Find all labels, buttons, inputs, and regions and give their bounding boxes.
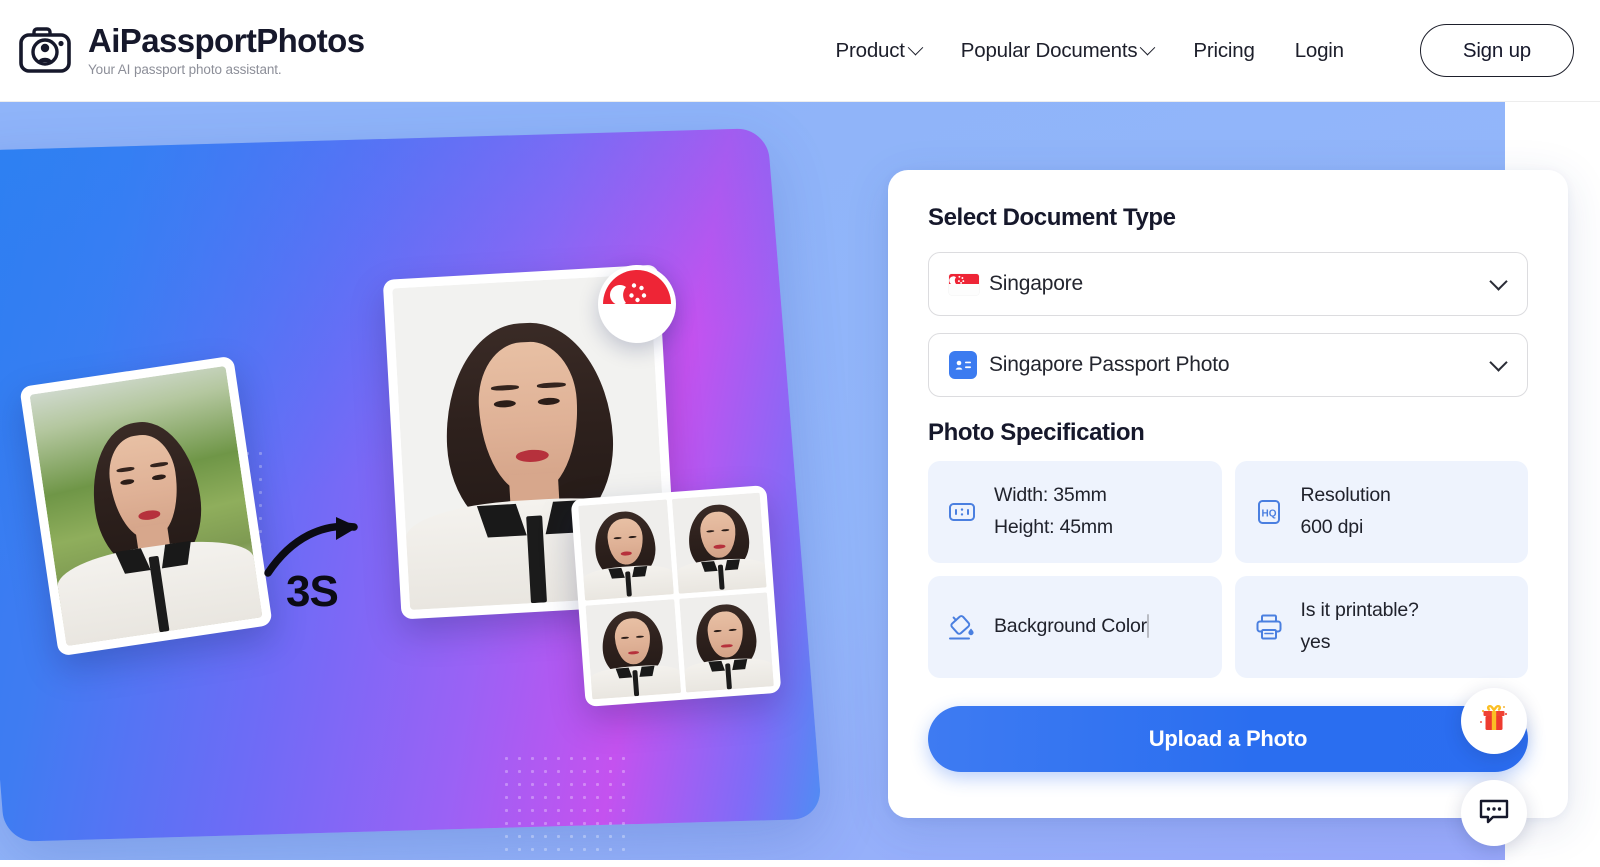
camera-portrait-icon [16, 22, 74, 80]
select-document-type-title: Select Document Type [928, 204, 1176, 231]
paint-bucket-icon [946, 612, 978, 642]
before-photo [29, 365, 263, 647]
dimensions-icon [946, 497, 978, 527]
spec-text-resolution: Resolution 600 dpi [1301, 480, 1391, 543]
brand-tagline: Your AI passport photo assistant. [88, 61, 282, 77]
spec-card-resolution: HQ Resolution 600 dpi [1234, 461, 1528, 563]
background-color-swatch[interactable] [1146, 614, 1149, 639]
brand-name: AiPassportPhotos [88, 22, 365, 60]
app-page: AiPassportPhotos Your AI passport photo … [0, 0, 1600, 867]
gift-box-icon [1477, 702, 1511, 741]
nav-label-login: Login [1294, 38, 1344, 62]
singapore-flag-badge [598, 265, 676, 343]
nav-label-product: Product [835, 38, 905, 62]
spec-text-printable: Is it printable? yes [1301, 595, 1419, 658]
spec-line-height: Height: 45mm [994, 516, 1113, 538]
chat-widget-button[interactable] [1461, 780, 1527, 846]
document-type-select[interactable]: Singapore Passport Photo [928, 333, 1528, 397]
person-figure [30, 366, 263, 647]
nav-item-pricing[interactable]: Pricing [1193, 29, 1254, 73]
singapore-flag-icon [949, 273, 985, 295]
country-select[interactable]: Singapore [928, 252, 1528, 316]
brand-logo[interactable]: AiPassportPhotos Your AI passport photo … [16, 22, 365, 80]
spec-line-resolution-value: 600 dpi [1300, 516, 1364, 538]
printer-icon [1253, 612, 1285, 642]
signup-button[interactable]: Sign up [1419, 24, 1574, 77]
id-card-icon [949, 351, 985, 379]
document-type-select-value: Singapore Passport Photo [989, 353, 1230, 376]
site-header: AiPassportPhotos Your AI passport photo … [0, 0, 1600, 102]
brand-text: AiPassportPhotos Your AI passport photo … [88, 22, 365, 77]
page-bottom-edge [0, 860, 1600, 867]
chevron-down-icon [1489, 272, 1508, 291]
sheet-photo [678, 591, 774, 693]
spec-line-printable-value: yes [1300, 631, 1331, 653]
spec-line-width: Width: 35mm [994, 484, 1107, 507]
sheet-photo [578, 499, 674, 601]
spec-card-dimensions: Width: 35mm Height: 45mm [928, 461, 1222, 563]
spec-line-resolution-label: Resolution [1300, 484, 1391, 507]
nav-item-product[interactable]: Product [835, 29, 924, 73]
decorative-dots [500, 752, 630, 862]
spec-card-background-color: Background Color [928, 576, 1222, 678]
gift-widget-button[interactable] [1461, 688, 1527, 754]
before-photo-card [19, 355, 273, 657]
spec-line-background-label: Background Color [994, 615, 1147, 638]
chevron-down-icon [907, 39, 924, 56]
spec-text-dimensions: Width: 35mm Height: 45mm [994, 480, 1113, 543]
photo-sheet-card [570, 485, 782, 707]
nav-label-popular-documents: Popular Documents [960, 38, 1138, 62]
svg-text:HQ: HQ [1261, 508, 1276, 519]
sheet-photo [671, 492, 767, 594]
spec-text-background-color: Background Color [994, 611, 1149, 643]
photo-specification-grid: Width: 35mm Height: 45mm HQ Resolution 6… [928, 461, 1528, 678]
speed-label: 3S [286, 567, 339, 616]
nav-item-popular-documents[interactable]: Popular Documents [960, 29, 1156, 73]
country-select-value: Singapore [989, 272, 1083, 295]
photo-specification-title: Photo Specification [928, 419, 1145, 446]
chevron-down-icon [1489, 353, 1508, 372]
sheet-photo [585, 598, 681, 700]
signup-label: Sign up [1462, 38, 1531, 62]
chat-bubble-icon [1477, 794, 1511, 833]
chevron-down-icon [1140, 39, 1156, 56]
hq-resolution-icon: HQ [1253, 497, 1285, 527]
spec-card-printable: Is it printable? yes [1234, 576, 1528, 678]
nav-label-pricing: Pricing [1193, 38, 1255, 62]
upload-photo-button[interactable]: Upload a Photo [928, 706, 1528, 772]
main-navigation: Product Popular Documents Pricing Login … [836, 24, 1574, 77]
nav-item-login[interactable]: Login [1295, 29, 1344, 73]
singapore-flag-icon [603, 270, 671, 338]
spec-line-printable-label: Is it printable? [1300, 599, 1419, 622]
photo-sheet-grid [578, 492, 774, 700]
